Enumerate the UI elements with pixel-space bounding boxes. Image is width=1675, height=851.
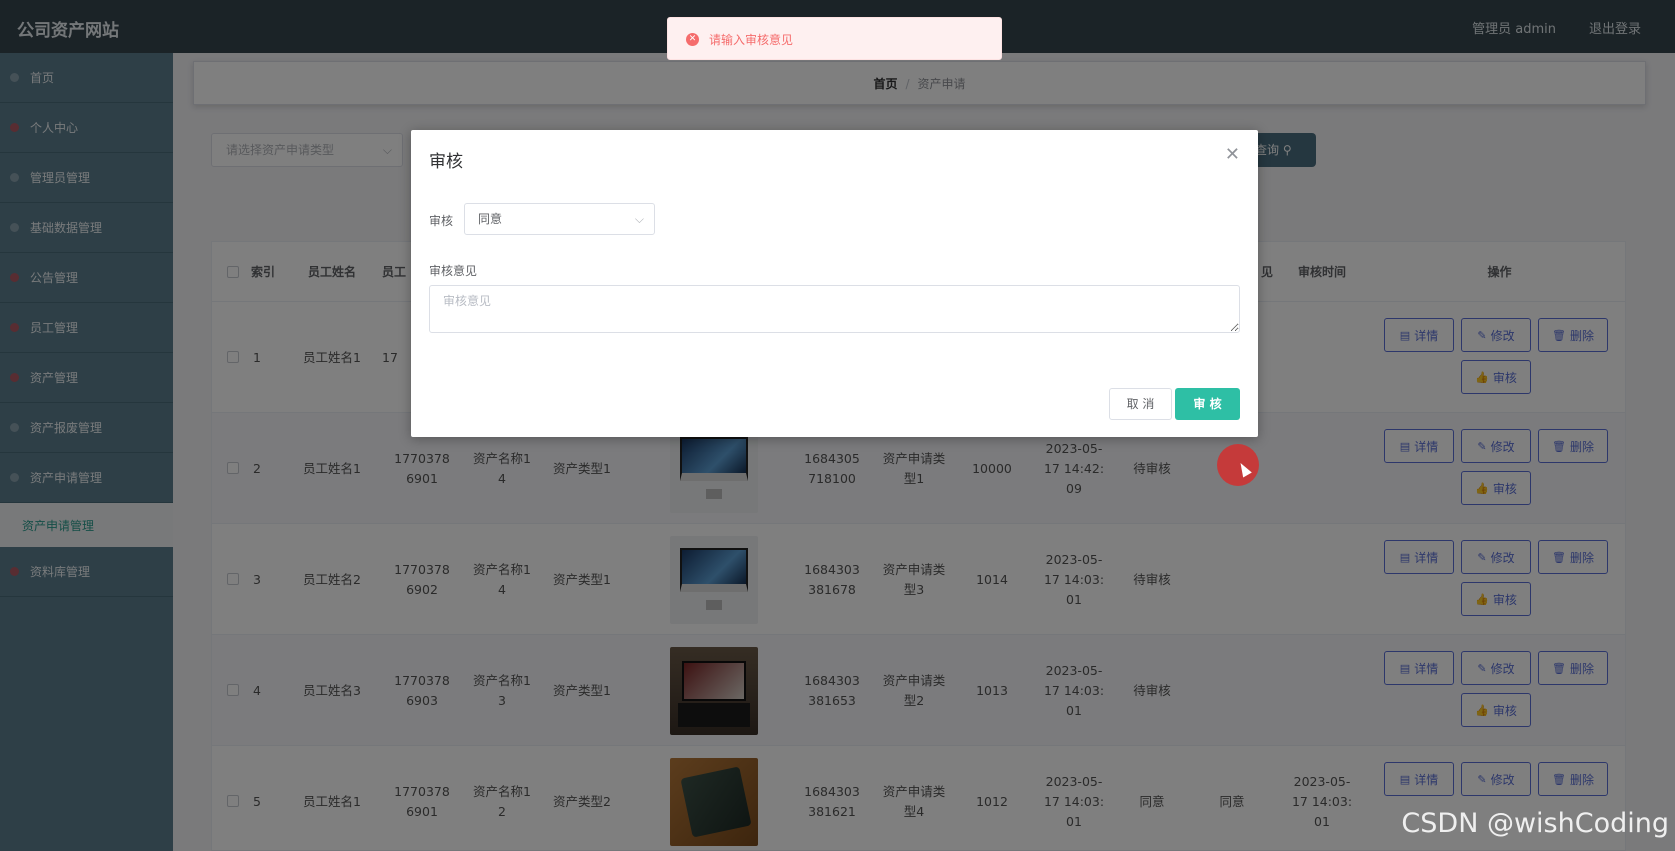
error-toast: ✕ 请输入审核意见	[667, 17, 1002, 60]
review-select-value: 同意	[478, 212, 503, 226]
opinion-textarea[interactable]	[429, 285, 1240, 333]
confirm-review-button[interactable]: 审 核	[1175, 388, 1240, 420]
toast-message: 请输入审核意见	[709, 33, 794, 47]
close-icon[interactable]: ✕	[1225, 144, 1240, 165]
error-icon: ✕	[686, 33, 699, 46]
opinion-field-label: 审核意见	[429, 264, 478, 278]
dialog-title: 审核	[429, 152, 463, 172]
cancel-button[interactable]: 取 消	[1109, 388, 1172, 420]
review-dialog: 审核 ✕ 审核 同意 ⌵ 审核意见 取 消 审 核	[411, 130, 1258, 437]
chevron-down-icon: ⌵	[634, 212, 644, 226]
watermark: CSDN @wishCoding	[1401, 808, 1669, 839]
review-select[interactable]: 同意 ⌵	[464, 203, 655, 235]
review-field-label: 审核	[429, 214, 454, 228]
